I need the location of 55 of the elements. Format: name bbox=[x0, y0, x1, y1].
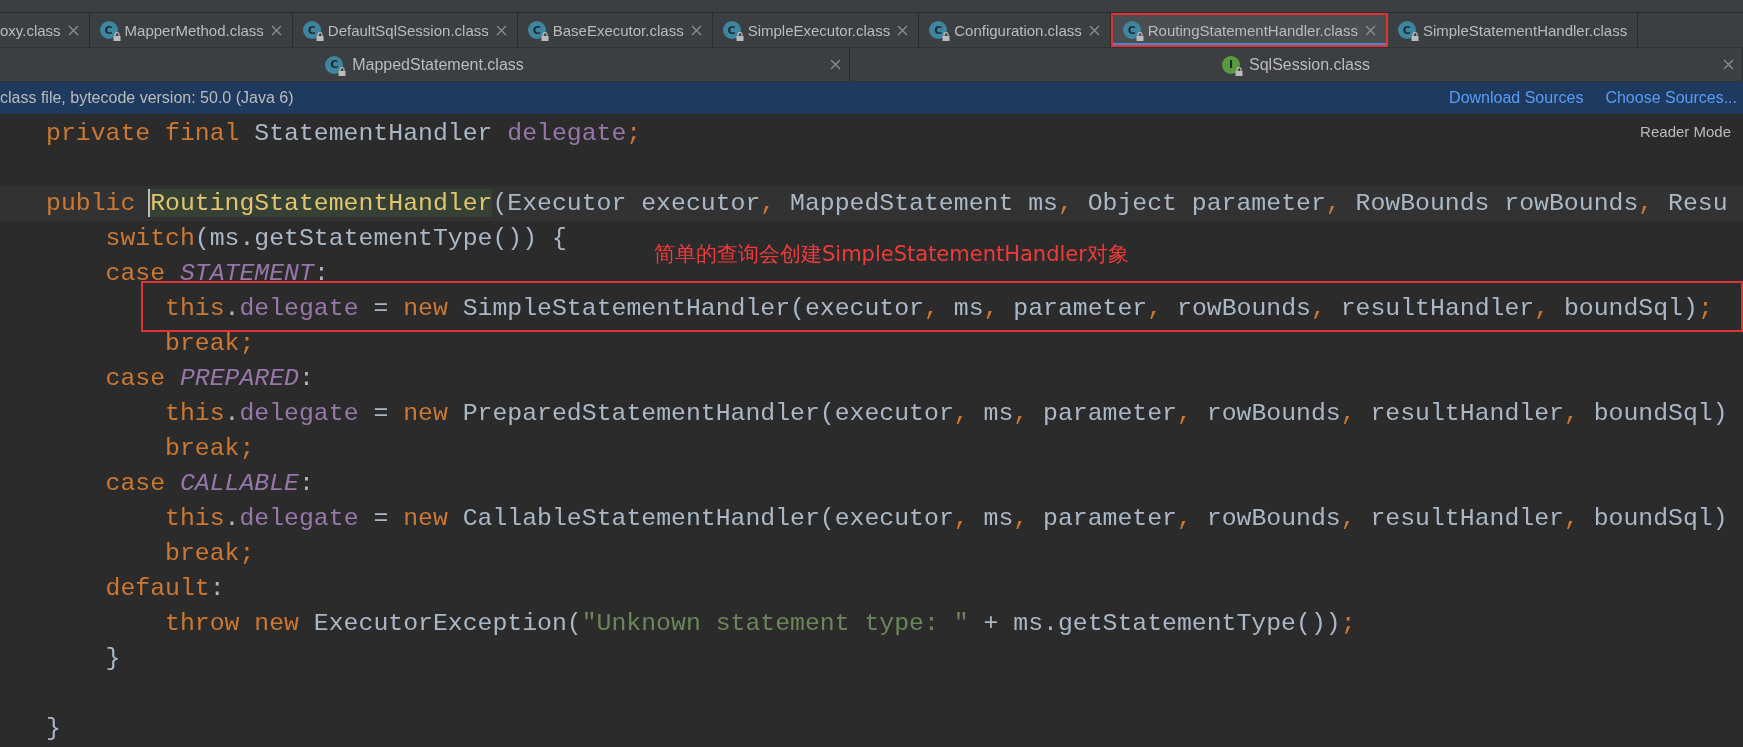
editor-tab[interactable]: C RoutingStatementHandler.class bbox=[1110, 13, 1388, 47]
code-line: } bbox=[105, 643, 121, 674]
lock-icon bbox=[315, 32, 324, 41]
code-line: this.delegate = new PreparedStatementHandler(executor, ms, parameter, rowBounds, resultHandler, boundSql) bbox=[165, 398, 1728, 429]
code-line: this.delegate = new CallableStatementHandler(executor, ms, parameter, rowBounds, resultHandler, boundSql) bbox=[165, 503, 1728, 534]
close-icon[interactable] bbox=[1088, 24, 1100, 36]
code-line: break; bbox=[165, 538, 255, 569]
close-icon[interactable] bbox=[495, 24, 507, 36]
file-type-badge: C bbox=[929, 21, 948, 39]
info-message: class file, bytecode version: 50.0 (Java 6) bbox=[0, 89, 295, 107]
file-type-badge: C bbox=[325, 55, 344, 74]
editor-tab[interactable]: C MappedStatement.class bbox=[325, 55, 524, 74]
code-line: switch(ms.getStatementType()) { bbox=[105, 223, 567, 254]
close-icon[interactable] bbox=[270, 24, 282, 36]
close-icon[interactable] bbox=[1364, 24, 1376, 36]
lock-icon bbox=[1235, 66, 1243, 76]
code-line: case CALLABLE: bbox=[105, 468, 314, 499]
editor-tab[interactable]: C MapperMethod.class bbox=[89, 13, 293, 47]
lock-icon bbox=[735, 32, 744, 41]
close-icon[interactable] bbox=[67, 24, 79, 36]
code-line: throw new ExecutorException("Unknown statement type: " + ms.getStatementType()); bbox=[165, 608, 1356, 639]
editor-tab[interactable]: C DefaultSqlSession.class bbox=[292, 13, 518, 47]
code-line: public RoutingStatementHandler(Executor executor, MappedStatement ms, Object parameter, RowBounds rowBounds, Resu bbox=[46, 188, 1728, 219]
editor-tab[interactable]: C BaseExecutor.class bbox=[517, 13, 713, 47]
file-type-badge: C bbox=[722, 21, 741, 39]
annotation-note: 简单的查询会创建SimpleStatementHandler对象 bbox=[654, 241, 1129, 268]
lock-icon bbox=[112, 32, 121, 41]
code-line: case PREPARED: bbox=[105, 363, 314, 394]
file-type-badge: C bbox=[302, 21, 321, 39]
close-icon[interactable] bbox=[897, 24, 909, 36]
lock-icon bbox=[1410, 32, 1419, 41]
editor-tab[interactable]: C SimpleStatementHandler.class bbox=[1387, 13, 1639, 47]
lock-icon bbox=[540, 32, 549, 41]
file-type-badge: C bbox=[99, 21, 118, 39]
file-type-badge: C bbox=[1397, 21, 1416, 39]
editor-tab[interactable]: oxy.class bbox=[0, 13, 90, 47]
close-icon[interactable] bbox=[1723, 59, 1734, 70]
code-line: default: bbox=[105, 573, 225, 604]
reader-mode-link[interactable]: Reader Mode bbox=[1640, 123, 1731, 140]
code-line: private final StatementHandler delegate; bbox=[46, 118, 642, 149]
lock-icon bbox=[338, 66, 347, 76]
close-icon[interactable] bbox=[830, 59, 841, 70]
close-icon[interactable] bbox=[690, 24, 702, 36]
editor-tab[interactable]: I SqlSession.class bbox=[1222, 55, 1370, 74]
editor-tab[interactable]: C Configuration.class bbox=[919, 13, 1111, 47]
lock-icon bbox=[1135, 32, 1144, 41]
file-type-badge: I bbox=[1222, 55, 1240, 74]
editor-tab[interactable]: C SimpleExecutor.class bbox=[712, 13, 920, 47]
file-type-badge: C bbox=[1122, 21, 1141, 39]
info-link[interactable]: Choose Sources... bbox=[1605, 89, 1737, 107]
info-link[interactable]: Download Sources bbox=[1449, 89, 1584, 107]
code-line: } bbox=[46, 713, 61, 744]
code-line: break; bbox=[165, 433, 255, 464]
lock-icon bbox=[942, 32, 951, 41]
file-type-badge: C bbox=[527, 21, 546, 39]
